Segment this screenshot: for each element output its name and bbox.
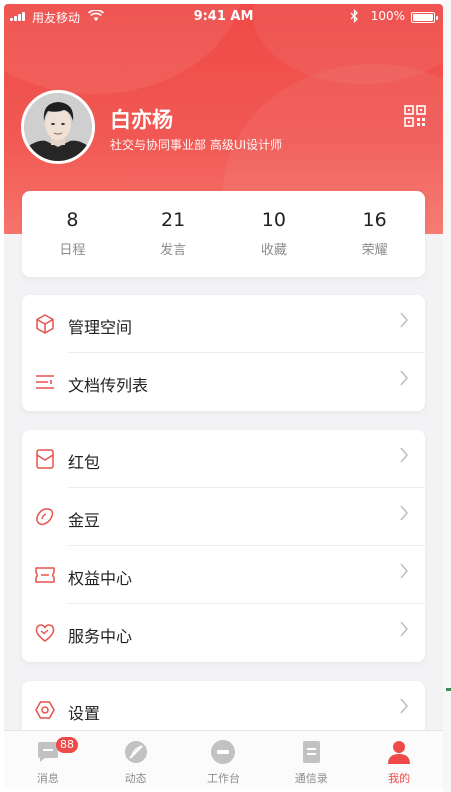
chevron-right-icon bbox=[400, 698, 408, 714]
settings-icon bbox=[35, 701, 55, 719]
bluetooth-icon bbox=[350, 9, 358, 23]
tab-label: 消息 bbox=[36, 772, 59, 785]
stat-label: 收藏 bbox=[260, 243, 287, 258]
stat-honors[interactable]: 16 荣耀 bbox=[324, 191, 425, 277]
battery-percent: 100% bbox=[370, 9, 405, 23]
qr-code-icon[interactable] bbox=[404, 105, 426, 127]
contacts-icon bbox=[303, 741, 321, 763]
cube-icon bbox=[36, 314, 54, 334]
menu-item-label: 权益中心 bbox=[68, 569, 133, 588]
menu-item-doc-transfer[interactable]: 文档传列表 bbox=[22, 353, 425, 411]
menu-group-benefits: 红包 金豆 权益中心 服务中心 bbox=[22, 430, 425, 662]
stat-posts[interactable]: 21 发言 bbox=[123, 191, 224, 277]
chevron-right-icon bbox=[400, 312, 408, 328]
menu-item-label: 设置 bbox=[68, 704, 101, 723]
tab-contacts[interactable]: 通信录 bbox=[267, 731, 355, 788]
menu-group-workspace: 管理空间 文档传列表 bbox=[22, 295, 425, 411]
red-envelope-icon bbox=[36, 449, 54, 469]
stats-card: 8 日程 21 发言 10 收藏 16 荣耀 bbox=[22, 191, 425, 277]
status-bar: 用友移动 9:41 AM 100% bbox=[4, 4, 443, 30]
menu-item-label: 红包 bbox=[68, 453, 101, 472]
chevron-right-icon bbox=[400, 505, 408, 521]
bean-icon bbox=[36, 508, 54, 526]
stat-value: 8 bbox=[66, 209, 79, 231]
menu-item-label: 金豆 bbox=[68, 511, 101, 530]
stat-label: 日程 bbox=[59, 243, 86, 258]
tab-label: 通信录 bbox=[294, 772, 328, 785]
battery-icon bbox=[411, 12, 438, 23]
tab-messages[interactable]: 88 消息 bbox=[4, 731, 92, 788]
menu-item-label: 服务中心 bbox=[68, 627, 133, 646]
stat-label: 发言 bbox=[160, 243, 187, 258]
chevron-right-icon bbox=[400, 563, 408, 579]
menu-item-service-center[interactable]: 服务中心 bbox=[22, 604, 425, 662]
stat-value: 10 bbox=[261, 209, 286, 231]
menu-item-benefits-center[interactable]: 权益中心 bbox=[22, 546, 425, 604]
menu-item-gold-beans[interactable]: 金豆 bbox=[22, 488, 425, 546]
menu-item-label: 管理空间 bbox=[68, 318, 133, 337]
menu-item-manage-space[interactable]: 管理空间 bbox=[22, 295, 425, 353]
stat-value: 21 bbox=[161, 209, 186, 231]
list-icon bbox=[36, 375, 54, 389]
tab-label: 工作台 bbox=[206, 772, 240, 785]
stat-favorites[interactable]: 10 收藏 bbox=[224, 191, 325, 277]
tab-label: 我的 bbox=[388, 772, 411, 785]
tab-label: 动态 bbox=[124, 772, 147, 785]
chevron-right-icon bbox=[400, 447, 408, 463]
menu-item-label: 文档传列表 bbox=[68, 376, 149, 395]
stat-value: 16 bbox=[362, 209, 387, 231]
stat-label: 荣耀 bbox=[361, 243, 388, 258]
user-icon bbox=[388, 741, 411, 764]
ticket-icon bbox=[35, 567, 55, 583]
window-edge bbox=[443, 0, 451, 792]
workbench-icon bbox=[211, 740, 236, 764]
chevron-right-icon bbox=[400, 621, 408, 637]
phone-screen: 用友移动 9:41 AM 100% 白亦杨 社交与协同事业部 高级UI设计师 8… bbox=[4, 4, 443, 788]
profile-name: 白亦杨 bbox=[110, 108, 173, 132]
tab-me[interactable]: 我的 bbox=[355, 731, 443, 788]
chevron-right-icon bbox=[400, 370, 408, 386]
menu-item-red-envelope[interactable]: 红包 bbox=[22, 430, 425, 488]
feather-icon bbox=[124, 741, 147, 763]
heart-icon bbox=[35, 624, 55, 642]
stat-schedule[interactable]: 8 日程 bbox=[22, 191, 123, 277]
unread-badge: 88 bbox=[56, 737, 78, 753]
profile-department: 社交与协同事业部 高级UI设计师 bbox=[110, 138, 283, 152]
tab-bar: 88 消息 动态 工作台 通信录 我的 bbox=[4, 730, 443, 788]
tab-feed[interactable]: 动态 bbox=[92, 731, 180, 788]
edge-marker bbox=[446, 688, 451, 691]
avatar[interactable] bbox=[21, 90, 95, 164]
avatar-portrait-icon bbox=[24, 93, 92, 161]
tab-workbench[interactable]: 工作台 bbox=[180, 731, 268, 788]
